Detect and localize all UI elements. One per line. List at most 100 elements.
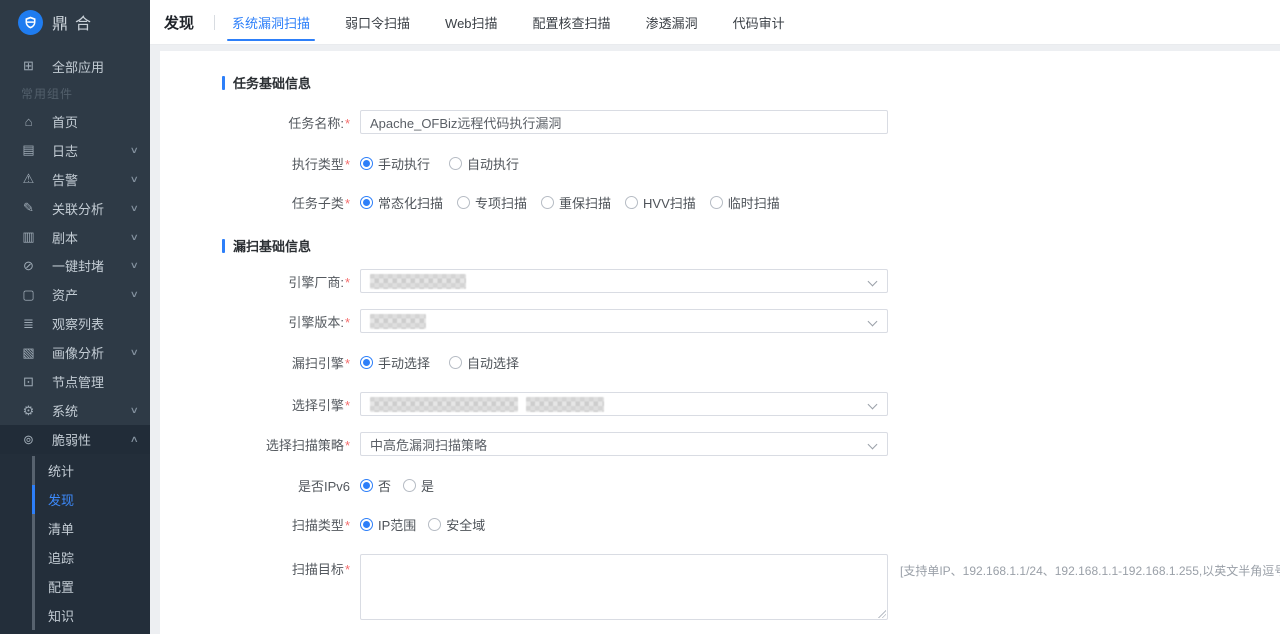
radio-ipv6-no[interactable]: 否 bbox=[360, 476, 391, 495]
redacted-value bbox=[526, 397, 604, 412]
sidebar-item-system[interactable]: ⚙ 系统 ∨ bbox=[0, 396, 150, 425]
tab-penetration-vuln[interactable]: 渗透漏洞 bbox=[646, 0, 698, 44]
topbar: 发现 系统漏洞扫描 弱口令扫描 Web扫描 配置核查扫描 渗透漏洞 代码审计 bbox=[150, 0, 1280, 45]
field-label: 扫描目标 bbox=[292, 562, 344, 577]
radio-auto-execution[interactable]: 自动执行 bbox=[449, 154, 519, 173]
home-icon: ⌂ bbox=[21, 114, 36, 129]
radio-circle bbox=[360, 518, 373, 531]
required-mark: * bbox=[345, 518, 350, 533]
scan-target-hint: [支持单IP、192.168.1.1/24、192.168.1.1-192.16… bbox=[900, 554, 1280, 579]
field-label: 选择扫描策略 bbox=[266, 438, 344, 453]
field-label: 是否IPv6 bbox=[298, 479, 350, 494]
image-icon: ▧ bbox=[21, 345, 36, 361]
sidebar-item-logs[interactable]: ▤ 日志 ∨ bbox=[0, 136, 150, 165]
sidebar-item-image-analysis[interactable]: ▧ 画像分析 ∨ bbox=[0, 338, 150, 367]
sidebar-item-watchlist[interactable]: ≣ 观察列表 bbox=[0, 309, 150, 338]
sidebar-item-correlation-analysis[interactable]: ✎ 关联分析 ∨ bbox=[0, 194, 150, 223]
shield-logo-icon bbox=[18, 10, 43, 35]
sidebar-group-vulnerability: ⊚ 脆弱性 ∧ 统计 发现 清单 追踪 配置 知识 bbox=[0, 425, 150, 634]
radio-special-scan[interactable]: 专项扫描 bbox=[457, 193, 527, 212]
section-task-basic-info: 任务基础信息 bbox=[222, 73, 1280, 92]
sidebar-item-assets[interactable]: ▢ 资产 ∨ bbox=[0, 280, 150, 309]
sidebar-item-tracking[interactable]: 追踪 bbox=[0, 543, 150, 572]
tab-weak-password-scan[interactable]: 弱口令扫描 bbox=[345, 0, 410, 44]
engine-version-select[interactable] bbox=[360, 309, 888, 333]
radio-ipv6-yes[interactable]: 是 bbox=[403, 476, 434, 495]
sidebar-item-inventory[interactable]: 清单 bbox=[0, 514, 150, 543]
section-accent-bar bbox=[222, 76, 225, 90]
required-mark: * bbox=[345, 398, 350, 413]
chevron-down-icon: ∨ bbox=[130, 289, 139, 300]
form-row-select-engine: 选择引擎* bbox=[222, 392, 1280, 416]
select-engine-select[interactable] bbox=[360, 392, 888, 416]
field-label: 引擎版本: bbox=[288, 315, 344, 330]
sidebar-item-one-click-block[interactable]: ⊘ 一键封堵 ∨ bbox=[0, 251, 150, 280]
chevron-down-icon bbox=[868, 317, 878, 327]
vulnerability-submenu: 统计 发现 清单 追踪 配置 知识 bbox=[0, 454, 150, 634]
radio-manual-execution[interactable]: 手动执行 bbox=[360, 154, 430, 173]
sidebar-item-playbook[interactable]: ▥ 剧本 ∨ bbox=[0, 223, 150, 252]
sidebar-item-all-apps[interactable]: ⊞ 全部应用 bbox=[0, 52, 150, 81]
radio-hvv-scan[interactable]: HVV扫描 bbox=[625, 193, 696, 212]
sidebar: 鼎合 ⊞ 全部应用 常用组件 ⌂ 首页 ▤ 日志 ∨ ⚠ 告警 ∨ ✎ 关联分析… bbox=[0, 0, 150, 634]
sidebar-item-configuration[interactable]: 配置 bbox=[0, 572, 150, 601]
required-mark: * bbox=[345, 356, 350, 371]
form-row-ipv6: 是否IPv6 否 是 bbox=[222, 476, 1280, 495]
sidebar-item-statistics[interactable]: 统计 bbox=[0, 456, 150, 485]
chevron-down-icon: ∨ bbox=[130, 145, 139, 156]
brand: 鼎合 bbox=[0, 0, 150, 44]
scan-target-textarea[interactable] bbox=[360, 554, 888, 620]
task-name-input[interactable] bbox=[360, 110, 888, 134]
app-window: 鼎合 ⊞ 全部应用 常用组件 ⌂ 首页 ▤ 日志 ∨ ⚠ 告警 ∨ ✎ 关联分析… bbox=[0, 0, 1280, 634]
chevron-down-icon bbox=[868, 440, 878, 450]
tab-config-check-scan[interactable]: 配置核查扫描 bbox=[533, 0, 611, 44]
sidebar-item-alerts[interactable]: ⚠ 告警 ∨ bbox=[0, 165, 150, 194]
radio-security-domain[interactable]: 安全域 bbox=[428, 515, 485, 534]
task-subtype-radio-group: 常态化扫描 专项扫描 重保扫描 HVV扫描 临时扫描 bbox=[360, 193, 799, 212]
redacted-value bbox=[370, 274, 466, 289]
radio-ip-range[interactable]: IP范围 bbox=[360, 515, 416, 534]
field-label: 扫描类型 bbox=[292, 518, 344, 533]
section-accent-bar bbox=[222, 239, 225, 253]
form-row-scan-target: 扫描目标* [支持单IP、192.168.1.1/24、192.168.1.1-… bbox=[222, 554, 1280, 620]
form-row-task-subtype: 任务子类* 常态化扫描 专项扫描 重保扫描 HVV扫描 临时扫描 bbox=[222, 193, 1280, 212]
required-mark: * bbox=[345, 315, 350, 330]
radio-auto-select[interactable]: 自动选择 bbox=[449, 353, 519, 372]
engine-vendor-select[interactable] bbox=[360, 269, 888, 293]
main-area: 发现 系统漏洞扫描 弱口令扫描 Web扫描 配置核查扫描 渗透漏洞 代码审计 任… bbox=[150, 0, 1280, 634]
page-title: 发现 bbox=[164, 12, 194, 33]
chevron-down-icon bbox=[868, 277, 878, 287]
vulnerability-icon: ⊚ bbox=[21, 432, 36, 448]
scan-type-radio-group: IP范围 安全域 bbox=[360, 515, 504, 534]
tab-web-scan[interactable]: Web扫描 bbox=[445, 0, 498, 44]
form-row-scan-type: 扫描类型* IP范围 安全域 bbox=[222, 515, 1280, 534]
sidebar-item-home[interactable]: ⌂ 首页 bbox=[0, 107, 150, 136]
required-mark: * bbox=[345, 196, 350, 211]
playbook-icon: ▥ bbox=[21, 229, 36, 245]
radio-manual-select[interactable]: 手动选择 bbox=[360, 353, 430, 372]
chevron-up-icon: ∧ bbox=[130, 434, 139, 445]
content: 任务基础信息 任务名称:* 执行类型* 手动执行 自动执行 任务子类* bbox=[150, 45, 1280, 634]
sidebar-item-node-management[interactable]: ⊡ 节点管理 bbox=[0, 367, 150, 396]
tab-system-vuln-scan[interactable]: 系统漏洞扫描 bbox=[232, 0, 310, 44]
resize-handle[interactable] bbox=[877, 609, 886, 618]
radio-temporary-scan[interactable]: 临时扫描 bbox=[710, 193, 780, 212]
monitor-icon: ▢ bbox=[21, 287, 36, 303]
divider bbox=[214, 15, 215, 30]
sidebar-section-common: 常用组件 bbox=[0, 81, 150, 107]
radio-key-protection-scan[interactable]: 重保扫描 bbox=[541, 193, 611, 212]
form-card: 任务基础信息 任务名称:* 执行类型* 手动执行 自动执行 任务子类* bbox=[160, 51, 1280, 634]
scan-engine-radio-group: 手动选择 自动选择 bbox=[360, 353, 538, 372]
radio-normalized-scan[interactable]: 常态化扫描 bbox=[360, 193, 443, 212]
sidebar-item-discovery[interactable]: 发现 bbox=[0, 485, 150, 514]
analysis-icon: ✎ bbox=[21, 200, 36, 216]
required-mark: * bbox=[345, 116, 350, 131]
scan-tabs: 系统漏洞扫描 弱口令扫描 Web扫描 配置核查扫描 渗透漏洞 代码审计 bbox=[232, 0, 785, 44]
field-label: 任务子类 bbox=[292, 196, 344, 211]
sidebar-item-knowledge[interactable]: 知识 bbox=[0, 601, 150, 630]
scan-policy-select[interactable]: 中高危漏洞扫描策略 bbox=[360, 432, 888, 456]
required-mark: * bbox=[345, 275, 350, 290]
sidebar-item-vulnerability[interactable]: ⊚ 脆弱性 ∧ bbox=[0, 425, 150, 454]
sidebar-item-label: 全部应用 bbox=[52, 57, 138, 76]
tab-code-audit[interactable]: 代码审计 bbox=[733, 0, 785, 44]
